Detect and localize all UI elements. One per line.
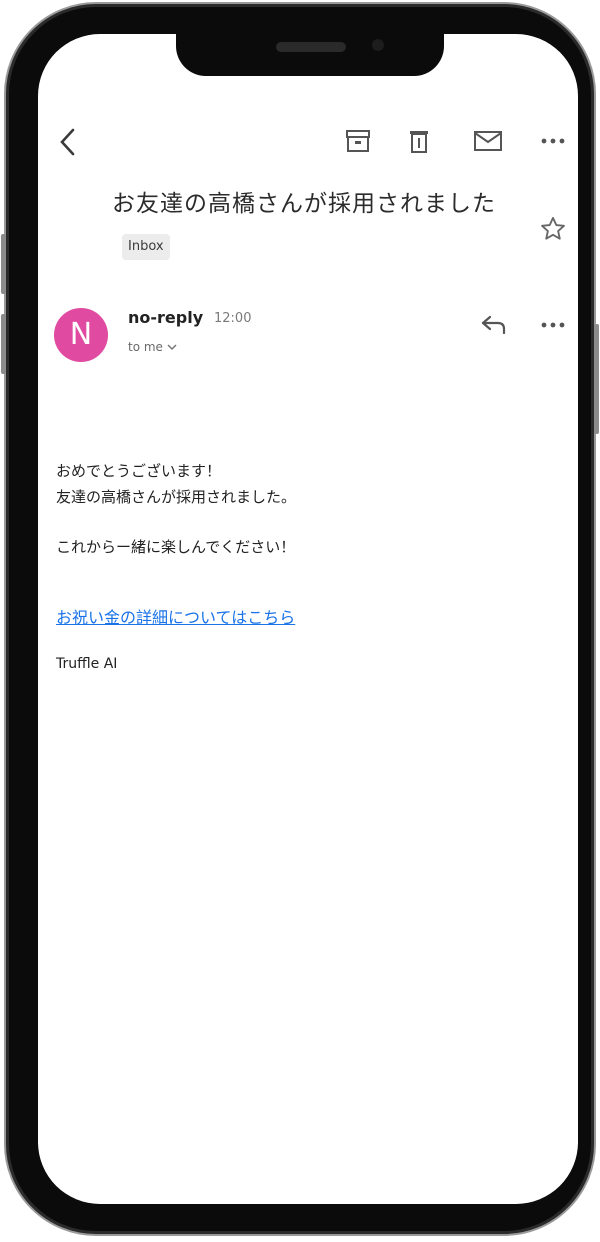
trash-icon: [410, 131, 428, 153]
back-chevron-icon: [60, 128, 75, 156]
star-button[interactable]: [536, 212, 570, 246]
speaker: [276, 42, 346, 52]
back-button[interactable]: [48, 122, 88, 162]
archive-button[interactable]: [339, 122, 377, 160]
mark-unread-button[interactable]: [466, 122, 510, 160]
star-icon: [541, 216, 565, 240]
phone-side-button: [1, 314, 6, 374]
inbox-label-chip[interactable]: Inbox: [122, 234, 170, 260]
body-line-3: これからー緒に楽しんでください！: [56, 538, 296, 556]
reply-icon: [481, 315, 506, 335]
message-more-button[interactable]: [536, 310, 570, 340]
mail-icon: [474, 131, 502, 151]
sender-avatar: N: [54, 308, 108, 362]
phone-frame: お友達の高橋さんが採用されました Inbox N no-reply 12:00 …: [1, 2, 599, 1236]
body-line-2: 友達の高橋さんが採用されました。: [56, 488, 297, 506]
body-line-1: おめでとうございます！: [56, 462, 222, 480]
archive-icon: [346, 130, 370, 152]
reply-button[interactable]: [476, 310, 512, 340]
recipient-toggle[interactable]: to me: [128, 340, 177, 354]
email-time: 12:00: [214, 311, 252, 326]
delete-button[interactable]: [400, 122, 438, 160]
email-screen: お友達の高橋さんが採用されました Inbox N no-reply 12:00 …: [38, 34, 578, 1204]
phone-notch: [176, 34, 444, 76]
email-signature: Truffle AI: [56, 656, 118, 672]
camera: [372, 39, 384, 51]
phone-side-button: [594, 324, 599, 434]
more-options-button[interactable]: [536, 122, 570, 160]
email-subject: お友達の高橋さんが採用されました: [112, 191, 496, 217]
more-horizontal-icon: [541, 138, 565, 144]
recipient-label: to me: [128, 340, 163, 354]
sender-name: no-reply: [128, 308, 204, 327]
chevron-down-icon: [167, 344, 177, 351]
more-horizontal-icon: [541, 322, 565, 328]
reward-details-link[interactable]: お祝い金の詳細についてはこちら: [56, 604, 295, 628]
phone-side-button: [1, 234, 6, 294]
